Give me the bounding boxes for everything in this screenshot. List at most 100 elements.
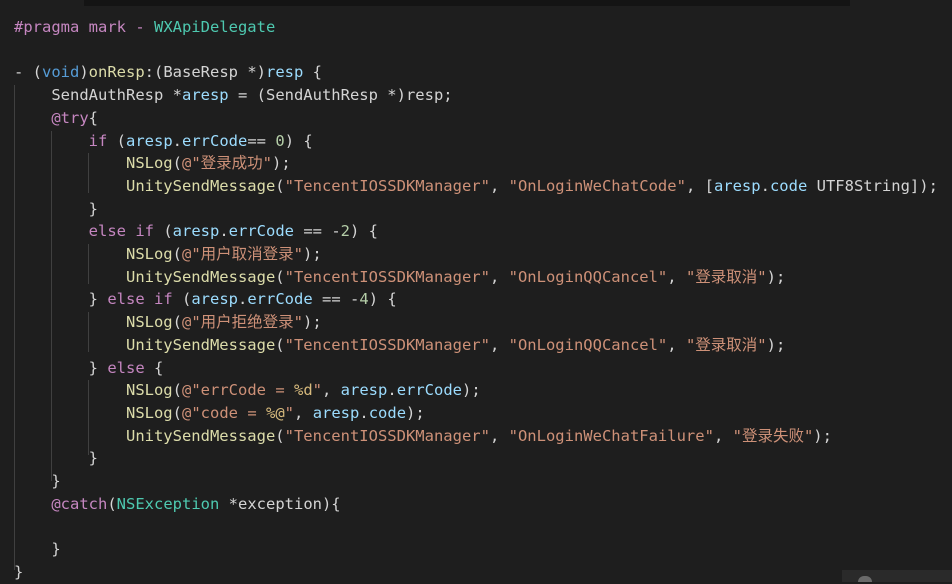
code-token: onResp bbox=[88, 63, 145, 82]
code-token: , bbox=[294, 403, 313, 422]
code-line[interactable]: UnitySendMessage("TencentIOSSDKManager",… bbox=[14, 425, 832, 448]
code-token: code bbox=[769, 176, 808, 195]
code-token: @"code = bbox=[182, 403, 266, 422]
code-line[interactable]: } bbox=[14, 538, 60, 561]
code-token: . bbox=[172, 131, 183, 150]
code-line[interactable]: @catch(NSException *exception){ bbox=[14, 493, 340, 516]
code-token: } bbox=[14, 472, 61, 490]
code-token: aresp bbox=[312, 403, 360, 422]
code-line[interactable]: UnitySendMessage("TencentIOSSDKManager",… bbox=[14, 175, 938, 198]
code-token: "登录失败" bbox=[732, 426, 814, 445]
code-token: @try bbox=[51, 108, 89, 127]
code-token: ); bbox=[462, 381, 481, 400]
code-line[interactable]: NSLog(@"errCode = %d", aresp.errCode); bbox=[14, 379, 481, 402]
code-token: { bbox=[88, 108, 98, 127]
code-token: @"errCode = bbox=[182, 381, 294, 400]
code-line[interactable]: NSLog(@"code = %@", aresp.code); bbox=[14, 402, 425, 425]
code-token: BaseResp * bbox=[163, 63, 257, 82]
code-token: ); bbox=[766, 335, 786, 354]
code-line[interactable]: NSLog(@"用户取消登录"); bbox=[14, 243, 322, 266]
code-token: ) { bbox=[350, 222, 379, 241]
code-token: @"用户取消登录" bbox=[182, 245, 303, 263]
code-token: ( bbox=[172, 245, 182, 263]
code-line[interactable]: } bbox=[14, 561, 23, 584]
code-token: " bbox=[312, 381, 322, 400]
code-token: ( bbox=[275, 426, 285, 445]
code-line[interactable]: } bbox=[14, 447, 98, 470]
code-line[interactable]: - (void)onResp:(BaseResp *)resp { bbox=[14, 61, 322, 84]
code-token: . bbox=[387, 381, 397, 400]
code-line[interactable]: } bbox=[14, 470, 61, 493]
code-line[interactable]: } bbox=[14, 198, 98, 221]
code-token: == bbox=[247, 131, 276, 150]
code-line[interactable]: UnitySendMessage("TencentIOSSDKManager",… bbox=[14, 266, 785, 289]
code-token: ) bbox=[256, 63, 267, 82]
code-token: ( bbox=[275, 267, 285, 286]
code-token: { bbox=[303, 63, 323, 82]
code-token: , bbox=[489, 176, 509, 195]
code-token: ) bbox=[79, 63, 89, 82]
code-token: aresp bbox=[126, 131, 173, 150]
code-token: ( bbox=[275, 176, 285, 195]
code-line[interactable]: } else if (aresp.errCode == -4) { bbox=[14, 288, 397, 311]
code-token: "登录取消" bbox=[685, 267, 767, 286]
code-line[interactable]: NSLog(@"登录成功"); bbox=[14, 152, 291, 175]
code-token: , bbox=[489, 426, 509, 445]
code-token: void bbox=[42, 63, 80, 82]
code-token: ( bbox=[107, 131, 126, 150]
code-token: @"登录成功" bbox=[182, 154, 272, 173]
code-token: "TencentIOSSDKManager" bbox=[284, 267, 490, 286]
code-token: ) { bbox=[284, 131, 313, 150]
code-token: , bbox=[489, 335, 509, 354]
scrollbar-thumb[interactable] bbox=[858, 576, 872, 582]
code-token: . bbox=[760, 176, 770, 195]
code-line[interactable]: SendAuthResp *aresp = (SendAuthResp *)re… bbox=[14, 84, 453, 107]
code-token: else bbox=[107, 358, 145, 377]
code-token: errCode bbox=[182, 131, 248, 150]
code-token: } bbox=[14, 358, 108, 377]
code-token: "OnLoginWeChatFailure" bbox=[508, 426, 714, 445]
code-token: ( bbox=[107, 494, 117, 513]
code-line[interactable]: #pragma mark - WXApiDelegate bbox=[14, 16, 275, 39]
code-token: code bbox=[368, 403, 407, 422]
code-line[interactable]: UnitySendMessage("TencentIOSSDKManager",… bbox=[14, 334, 785, 357]
code-token: ); bbox=[303, 313, 322, 332]
code-token: ); bbox=[766, 267, 786, 286]
code-token: UnitySendMessage bbox=[125, 426, 276, 445]
code-token: @catch bbox=[51, 494, 108, 513]
code-token: SendAuthResp * bbox=[14, 86, 182, 105]
code-token: ( bbox=[275, 335, 285, 354]
code-token: NSLog bbox=[125, 381, 173, 400]
code-token: = (SendAuthResp *)resp; bbox=[228, 86, 453, 105]
code-token: NSLog bbox=[125, 313, 173, 332]
code-token: " bbox=[284, 403, 295, 422]
code-token: ( bbox=[172, 381, 182, 400]
code-line[interactable]: else if (aresp.errCode == -2) { bbox=[14, 220, 378, 243]
code-token: ( bbox=[172, 313, 182, 332]
code-token: :( bbox=[144, 63, 164, 82]
code-token: "OnLoginQQCancel" bbox=[508, 335, 668, 354]
code-line[interactable]: @try{ bbox=[14, 107, 98, 130]
code-token: ( bbox=[172, 154, 182, 173]
code-editor[interactable]: #pragma mark - WXApiDelegate - (void)onRe… bbox=[0, 5, 952, 582]
code-token: ); bbox=[303, 245, 322, 263]
code-token: "OnLoginWeChatCode" bbox=[508, 176, 686, 195]
code-token: else if bbox=[88, 222, 154, 241]
code-line[interactable]: } else { bbox=[14, 357, 164, 380]
code-token: - ( bbox=[14, 63, 42, 82]
code-token: 0 bbox=[275, 131, 285, 150]
code-token: ); bbox=[272, 154, 291, 173]
code-line[interactable]: NSLog(@"用户拒绝登录"); bbox=[14, 311, 322, 334]
code-line[interactable]: if (aresp.errCode== 0) { bbox=[14, 130, 313, 153]
code-token: aresp bbox=[713, 176, 761, 195]
